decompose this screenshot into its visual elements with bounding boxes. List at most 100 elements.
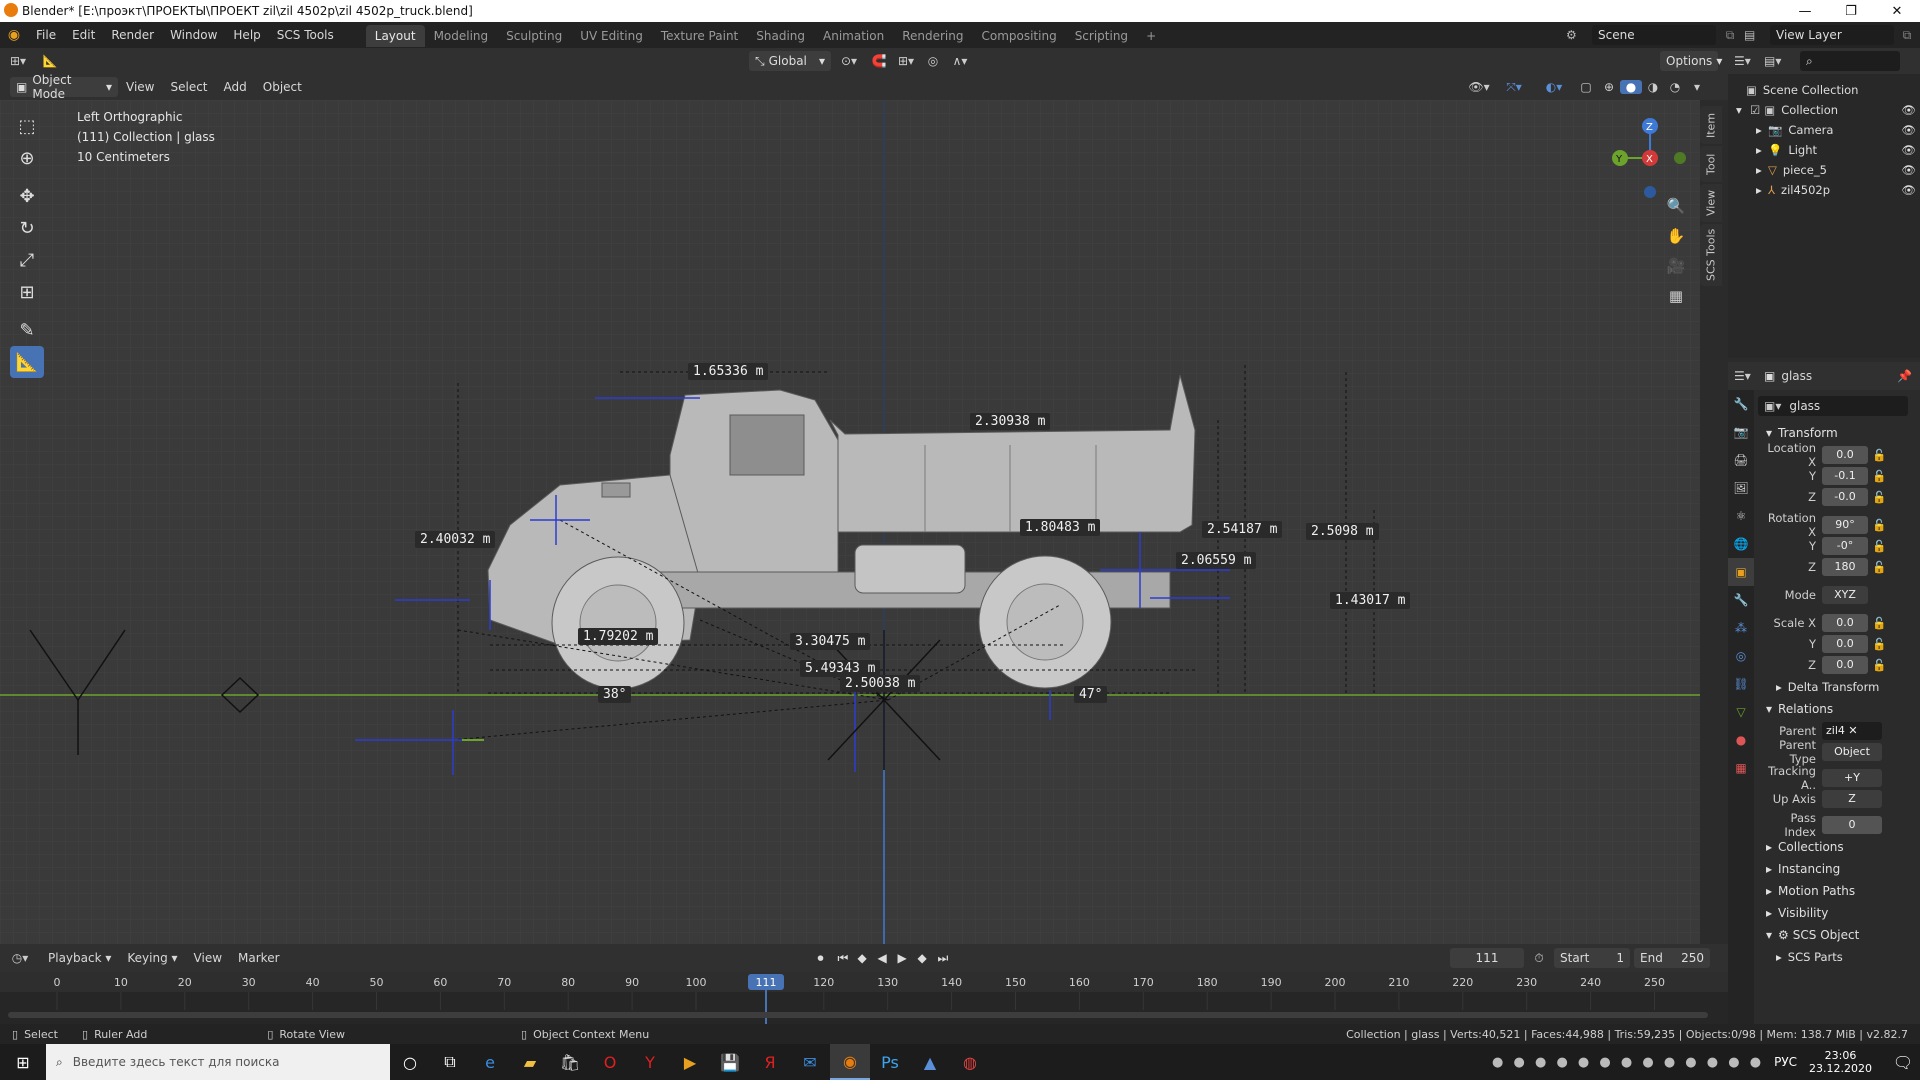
- task-view-icon[interactable]: ⧉: [430, 1044, 470, 1080]
- transform-tool[interactable]: ⊞: [10, 276, 44, 308]
- motion-paths-section-header[interactable]: ▸ Motion Paths: [1758, 880, 1920, 902]
- viewport-menu-add[interactable]: Add: [216, 80, 255, 94]
- jump-start-icon[interactable]: ⏮: [838, 951, 858, 966]
- new-view-layer-icon[interactable]: ⧉: [1894, 28, 1920, 43]
- measure-tool-header-icon[interactable]: 📐: [36, 54, 64, 68]
- editor-type-icon[interactable]: ⊞▾: [0, 54, 36, 68]
- side-tab-item[interactable]: Item: [1700, 106, 1722, 144]
- maximize-button[interactable]: ❐: [1828, 0, 1874, 22]
- rendered-shading-icon[interactable]: ◔: [1664, 80, 1686, 94]
- menu-file[interactable]: File: [28, 22, 64, 48]
- scale-x-field[interactable]: 0.0: [1822, 614, 1868, 632]
- rotation-mode-dropdown[interactable]: XYZ: [1822, 586, 1868, 604]
- blender-menu-icon[interactable]: ◉: [0, 27, 28, 43]
- tab-texture-paint[interactable]: Texture Paint: [652, 25, 747, 47]
- menu-scs-tools[interactable]: SCS Tools: [269, 22, 342, 48]
- scene-tab-icon[interactable]: ⚛: [1728, 502, 1754, 530]
- play-icon[interactable]: ▶: [898, 951, 918, 965]
- view-layer-icon[interactable]: ▤: [1744, 28, 1770, 42]
- blender-taskbar-icon[interactable]: ◉: [830, 1044, 870, 1080]
- tab-compositing[interactable]: Compositing: [972, 25, 1065, 47]
- options-dropdown[interactable]: Options ▾: [1660, 51, 1722, 71]
- solid-shading-icon[interactable]: ●: [1620, 80, 1642, 94]
- clock[interactable]: 23:06 23.12.2020: [1809, 1049, 1872, 1075]
- location-z-field[interactable]: -0.0: [1822, 488, 1868, 506]
- windows-start-icon[interactable]: ⊞: [0, 1044, 46, 1080]
- timeline-menu-playback[interactable]: Playback ▾: [40, 951, 119, 965]
- tab-rendering[interactable]: Rendering: [893, 25, 972, 47]
- timeline-menu-keying[interactable]: Keying ▾: [119, 951, 185, 965]
- proportional-edit-icon[interactable]: ◎: [921, 54, 945, 68]
- navigation-gizmo[interactable]: Z Y X: [1590, 108, 1690, 198]
- parent-type-dropdown[interactable]: Object: [1822, 743, 1882, 761]
- wireframe-shading-icon[interactable]: ⊕: [1598, 80, 1620, 94]
- scene-selector[interactable]: Scene: [1592, 25, 1716, 45]
- render-tab-icon[interactable]: 📷: [1728, 418, 1754, 446]
- parent-field[interactable]: zil4 ✕: [1822, 722, 1882, 740]
- view-layer-tab-icon[interactable]: 🖼: [1728, 474, 1754, 502]
- language-indicator[interactable]: РУС: [1774, 1055, 1797, 1069]
- overlays-toggle-icon[interactable]: ◐▾: [1534, 80, 1574, 94]
- scene-icon[interactable]: ⚙: [1566, 28, 1592, 42]
- select-box-tool[interactable]: ⬚: [10, 110, 44, 142]
- rotate-tool[interactable]: ↻: [10, 212, 44, 244]
- material-shading-icon[interactable]: ◑: [1642, 80, 1664, 94]
- relations-section-header[interactable]: ▾ Relations: [1758, 698, 1920, 720]
- menu-help[interactable]: Help: [225, 22, 268, 48]
- object-tab-icon[interactable]: ▣: [1728, 558, 1754, 586]
- collections-section-header[interactable]: ▸ Collections: [1758, 836, 1920, 858]
- tab-scripting[interactable]: Scripting: [1066, 25, 1137, 47]
- object-name-field[interactable]: ▣▾ glass: [1758, 396, 1908, 416]
- tracking-axis-dropdown[interactable]: +Y: [1822, 769, 1882, 787]
- outliner-collection[interactable]: ▾ ☑ ▣ Collection 👁: [1732, 100, 1916, 120]
- material-tab-icon[interactable]: ●: [1728, 726, 1754, 754]
- cursor-tool[interactable]: ⊕: [10, 142, 44, 174]
- ortho-grid-icon[interactable]: ▦: [1662, 282, 1690, 310]
- menu-render[interactable]: Render: [103, 22, 162, 48]
- rotation-x-field[interactable]: 90°: [1822, 516, 1868, 534]
- tool-tab-icon[interactable]: 🔧: [1728, 390, 1754, 418]
- view-layer-selector[interactable]: View Layer: [1770, 25, 1894, 45]
- xray-icon[interactable]: ▢: [1574, 80, 1598, 94]
- close-button[interactable]: ✕: [1874, 0, 1920, 22]
- yandex-browser-icon[interactable]: Y: [630, 1044, 670, 1080]
- display-mode-icon[interactable]: ▤▾: [1764, 54, 1794, 68]
- texture-tab-icon[interactable]: ▦: [1728, 754, 1754, 782]
- pin-icon[interactable]: 📌: [1897, 369, 1912, 383]
- timeline-menu-marker[interactable]: Marker: [230, 951, 287, 965]
- checkbox-icon[interactable]: ☑: [1750, 103, 1760, 117]
- outliner-search-input[interactable]: ⌕: [1800, 51, 1900, 71]
- viewport-menu-object[interactable]: Object: [255, 80, 310, 94]
- outliner-item-light[interactable]: ▸ 💡 Light 👁: [1732, 140, 1916, 160]
- clock-icon[interactable]: ⏱: [1524, 951, 1554, 966]
- tab-uv-editing[interactable]: UV Editing: [571, 25, 652, 47]
- rotation-z-field[interactable]: 180: [1822, 558, 1868, 576]
- current-frame-field[interactable]: 111: [1450, 948, 1524, 968]
- photos-icon[interactable]: ▲: [910, 1044, 950, 1080]
- instancing-section-header[interactable]: ▸ Instancing: [1758, 858, 1920, 880]
- add-workspace-icon[interactable]: +: [1137, 25, 1165, 47]
- new-scene-icon[interactable]: ⧉: [1716, 28, 1744, 43]
- data-tab-icon[interactable]: ▽: [1728, 698, 1754, 726]
- scale-tool[interactable]: ⤢: [10, 244, 44, 276]
- side-tab-tool[interactable]: Tool: [1700, 146, 1722, 182]
- mail-icon[interactable]: ✉: [790, 1044, 830, 1080]
- scs-parts-header[interactable]: ▸ SCS Parts: [1758, 946, 1920, 968]
- delta-transform-header[interactable]: ▸ Delta Transform: [1758, 676, 1920, 698]
- side-tab-scs-tools[interactable]: SCS Tools: [1700, 224, 1722, 286]
- yandex-icon[interactable]: Я: [750, 1044, 790, 1080]
- menu-window[interactable]: Window: [162, 22, 225, 48]
- start-frame-field[interactable]: Start 1: [1554, 948, 1630, 968]
- modifier-tab-icon[interactable]: 🔧: [1728, 586, 1754, 614]
- zoom-icon[interactable]: 🔍: [1662, 192, 1690, 220]
- pan-hand-icon[interactable]: ✋: [1662, 222, 1690, 250]
- gizmo-toggle-icon[interactable]: ⤧▾: [1494, 80, 1534, 95]
- pass-index-field[interactable]: 0: [1822, 816, 1882, 834]
- viewport-menu-select[interactable]: Select: [162, 80, 215, 94]
- scs-object-section-header[interactable]: ▾ ⚙ SCS Object: [1758, 924, 1920, 946]
- eye-icon[interactable]: 👁: [1901, 143, 1916, 157]
- shading-options-icon[interactable]: ▾: [1686, 80, 1708, 94]
- file-explorer-icon[interactable]: ▰: [510, 1044, 550, 1080]
- particles-tab-icon[interactable]: ⁂: [1728, 614, 1754, 642]
- visibility-section-header[interactable]: ▸ Visibility: [1758, 902, 1920, 924]
